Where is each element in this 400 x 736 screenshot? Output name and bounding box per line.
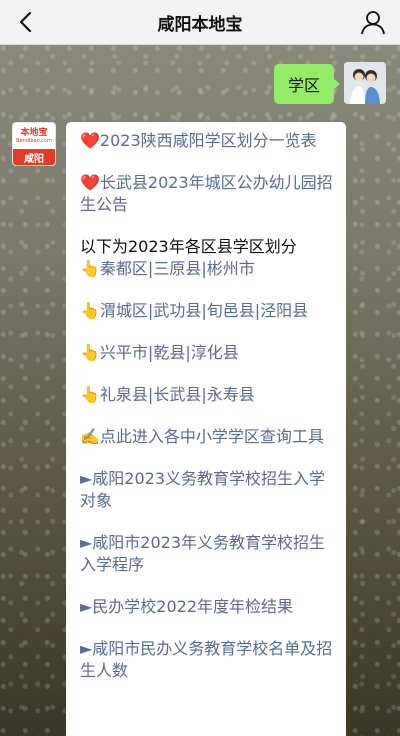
outgoing-message-text: 学区 (287, 76, 320, 95)
page-title: 咸阳本地宝 (157, 14, 243, 35)
chevron-left-icon (19, 11, 32, 33)
top-nav-bar: 咸阳本地宝 (0, 0, 400, 45)
link-private-school-inspection[interactable]: ►民办学校2022年度年检结果 (80, 596, 334, 618)
outgoing-message: 学区 (273, 64, 341, 104)
district-row-2[interactable]: 👆渭城区|武功县|旬邑县|泾阳县 (80, 300, 334, 322)
link-changwu-kindergarten[interactable]: ❤️长武县2023年城区公办幼儿园招生公告 (80, 172, 334, 216)
user-avatar[interactable] (344, 62, 386, 104)
link-enrollment-eligibility[interactable]: ►咸阳2023义务教育学校招生入学对象 (80, 468, 334, 512)
link-district-overview[interactable]: ❤️2023陕西咸阳学区划分一览表 (80, 130, 334, 152)
user-icon (361, 11, 385, 35)
brand-name: 本地宝 (20, 128, 48, 138)
link-query-tool[interactable]: ✍️点此进入各中小学学区查询工具 (80, 426, 334, 448)
incoming-message: ❤️2023陕西咸阳学区划分一览表 ❤️长武县2023年城区公办幼儿园招生公告 … (66, 122, 346, 736)
city-label: 咸阳 (13, 149, 55, 165)
couple-avatar-icon (344, 62, 386, 104)
link-private-school-list[interactable]: ►咸阳市民办义务教育学校名单及招生人数 (80, 638, 334, 682)
district-heading: 以下为2023年各区县学区划分 (80, 237, 297, 256)
district-row-3[interactable]: 👆兴平市|乾县|淳化县 (80, 342, 334, 364)
profile-button[interactable] (360, 9, 386, 35)
district-row-4[interactable]: 👆礼泉县|长武县|永寿县 (80, 384, 334, 406)
brand-url: Bendibao.com (16, 138, 52, 144)
district-row-1[interactable]: 👆秦都区|三原县|彬州市 (80, 258, 334, 280)
bot-avatar[interactable]: 本地宝 Bendibao.com 咸阳 (12, 122, 56, 166)
back-button[interactable] (12, 9, 38, 35)
link-enrollment-procedure[interactable]: ►咸阳市2023年义务教育学校招生入学程序 (80, 532, 334, 576)
brand-logo: 本地宝 Bendibao.com (13, 123, 55, 149)
